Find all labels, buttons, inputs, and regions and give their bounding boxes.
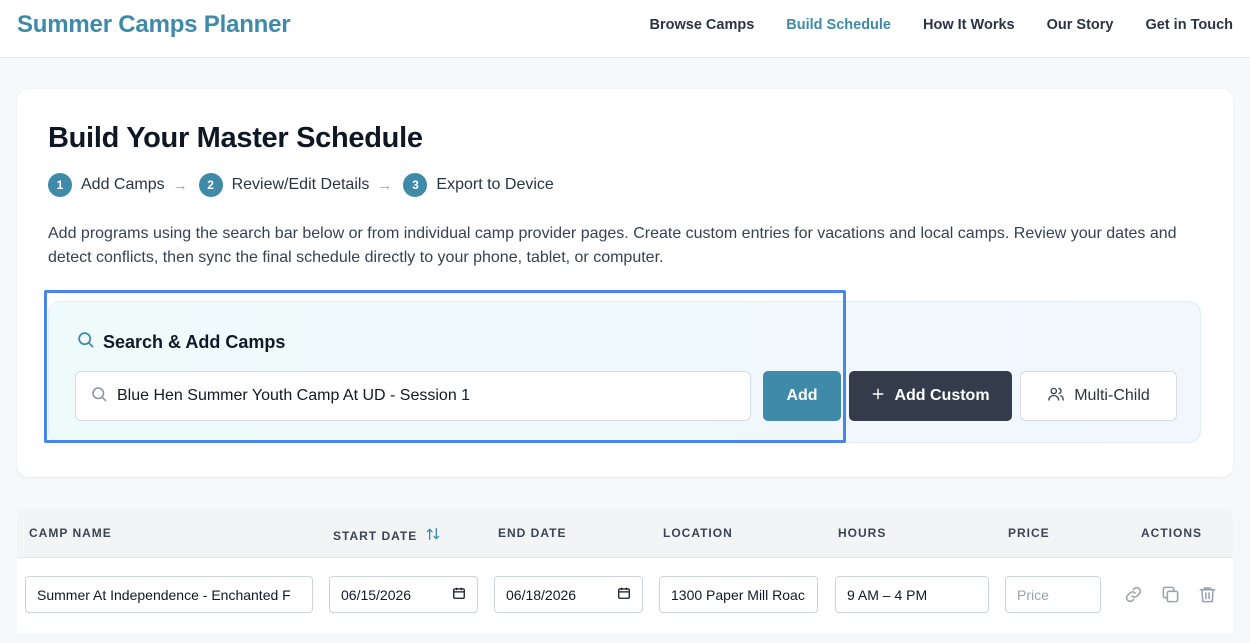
start-date-value: 06/15/2026 [341,586,412,603]
search-icon [76,330,95,354]
start-date-label: Start Date [333,528,418,543]
add-custom-button[interactable]: Add Custom [849,371,1012,421]
end-date-input[interactable]: 06/18/2026 [494,576,643,613]
price-input[interactable]: Price [1005,576,1101,613]
sort-icon[interactable] [425,526,441,545]
step-label: Export to Device [436,176,554,193]
link-icon[interactable] [1124,585,1143,604]
column-header-camp-name: Camp Name [29,526,112,540]
arrow-right-icon: → [172,176,188,194]
multi-child-button[interactable]: Multi-Child [1020,371,1177,421]
multi-child-label: Multi-Child [1074,387,1150,404]
step-label: Review/Edit Details [231,176,370,193]
row-actions [1124,585,1217,604]
search-panel-title: Search & Add Camps [103,331,286,352]
nav-our-story[interactable]: Our Story [1047,17,1114,33]
price-placeholder: Price [1017,586,1049,603]
nav-browse-camps[interactable]: Browse Camps [650,17,755,33]
camp-search-field[interactable] [75,371,751,421]
nav-build-schedule[interactable]: Build Schedule [786,17,891,33]
step-number: 2 [198,173,223,197]
main-nav: Browse Camps Build Schedule How It Works… [650,17,1234,33]
copy-icon[interactable] [1161,585,1180,604]
column-header-actions: Actions [1141,526,1202,540]
brand-logo-text[interactable]: Summer Camps Planner [17,11,291,39]
nav-how-it-works[interactable]: How It Works [923,17,1015,33]
plus-icon [871,387,885,406]
location-input[interactable]: 1300 Paper Mill Roac [659,576,818,613]
search-add-panel: Search & Add Camps Add Add Custom Multi-… [48,301,1201,443]
step-3: 3 Export to Device [403,173,554,197]
step-2: 2 Review/Edit Details [198,173,370,197]
column-header-hours: Hours [838,526,887,540]
schedule-builder-card: Build Your Master Schedule 1 Add Camps →… [17,89,1233,477]
calendar-icon[interactable] [617,586,631,603]
table-header: Camp Name Start Date End Date Location H… [17,508,1233,558]
camp-name-input[interactable]: Summer At Independence - Enchanted F [25,576,313,613]
camp-schedule-table: Camp Name Start Date End Date Location H… [17,508,1233,633]
add-camp-button[interactable]: Add [763,371,841,421]
add-custom-label: Add Custom [894,387,990,404]
column-header-location: Location [663,526,733,540]
top-navigation-bar: Summer Camps Planner Browse Camps Build … [0,0,1250,58]
search-icon [90,385,108,408]
start-date-input[interactable]: 06/15/2026 [329,576,478,613]
step-1: 1 Add Camps [48,173,165,197]
step-number: 3 [403,173,428,197]
users-icon [1047,385,1065,408]
hours-input[interactable]: 9 AM – 4 PM [835,576,989,613]
column-header-start-date[interactable]: Start Date [333,526,441,545]
calendar-icon[interactable] [452,586,466,603]
trash-icon[interactable] [1198,585,1217,604]
step-number: 1 [48,173,72,197]
camp-search-input[interactable] [117,387,737,405]
column-header-price: Price [1008,526,1050,540]
step-label: Add Camps [81,176,165,193]
column-header-end-date: End Date [498,526,567,540]
page-title: Build Your Master Schedule [48,122,423,154]
nav-get-in-touch[interactable]: Get in Touch [1145,17,1233,33]
arrow-right-icon: → [377,176,393,194]
page-description: Add programs using the search bar below … [48,225,1177,266]
end-date-value: 06/18/2026 [506,586,577,603]
step-indicator: 1 Add Camps → 2 Review/Edit Details → 3 … [48,173,554,197]
search-panel-heading: Search & Add Camps [76,330,285,354]
